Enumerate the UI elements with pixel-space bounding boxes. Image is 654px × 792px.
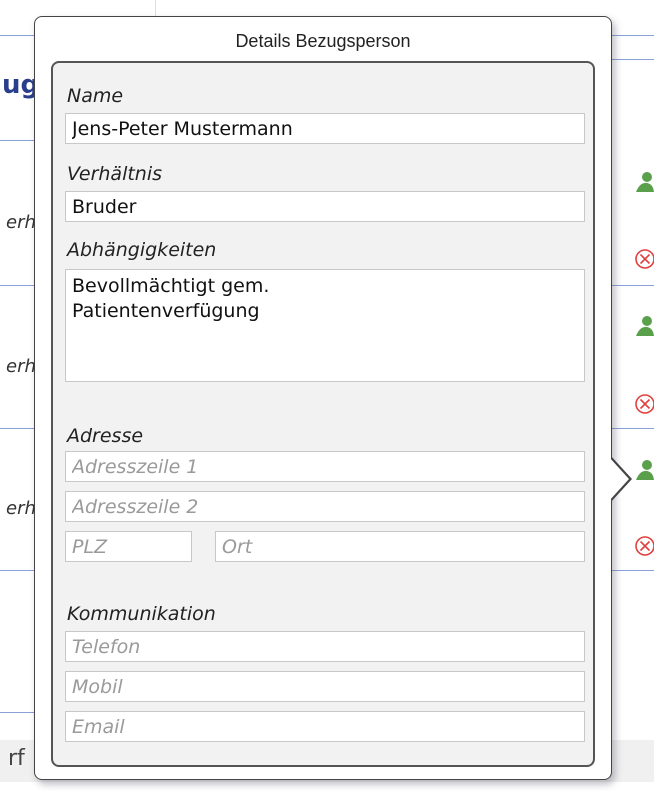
communication-label: Kommunikation — [67, 603, 216, 625]
details-form: Name Verhältnis Abhängigkeiten Bevollmäc… — [51, 61, 595, 767]
footer-label: rf — [8, 746, 25, 771]
remove-circle-icon[interactable] — [634, 535, 654, 557]
divider — [0, 140, 34, 141]
row-label: erh — [6, 212, 36, 233]
dependencies-label: Abhängigkeiten — [67, 239, 217, 261]
name-field[interactable] — [65, 113, 585, 144]
mobile-field[interactable] — [65, 671, 585, 702]
person-icon[interactable] — [634, 314, 654, 340]
popover-title: Details Bezugsperson — [235, 31, 411, 51]
email-field[interactable] — [65, 711, 585, 742]
row-label: erh — [6, 498, 36, 519]
divider — [0, 712, 34, 713]
divider — [612, 570, 654, 571]
address-line2-field[interactable] — [65, 491, 585, 522]
divider — [0, 570, 34, 571]
divider — [612, 428, 654, 429]
divider — [612, 59, 654, 60]
person-icon[interactable] — [634, 458, 654, 484]
name-label: Name — [67, 85, 124, 107]
remove-circle-icon[interactable] — [634, 393, 654, 415]
person-icon[interactable] — [634, 170, 654, 196]
details-popover: Details Bezugsperson Name Verhältnis Abh… — [34, 16, 612, 780]
divider — [0, 35, 34, 36]
phone-field[interactable] — [65, 631, 585, 662]
divider — [612, 285, 654, 286]
address-line1-field[interactable] — [65, 451, 585, 482]
divider — [0, 428, 34, 429]
divider — [0, 285, 34, 286]
remove-circle-icon[interactable] — [634, 248, 654, 270]
relationship-field[interactable] — [65, 191, 585, 222]
row-label: erh — [6, 356, 36, 377]
zip-field[interactable] — [65, 531, 192, 562]
address-label: Adresse — [67, 425, 144, 447]
dependencies-field[interactable]: Bevollmächtigt gem. Patientenverfügung — [65, 269, 585, 382]
popover-arrow-fill — [609, 457, 629, 501]
relationship-label: Verhältnis — [67, 163, 163, 185]
city-field[interactable] — [215, 531, 585, 562]
divider — [612, 35, 654, 36]
